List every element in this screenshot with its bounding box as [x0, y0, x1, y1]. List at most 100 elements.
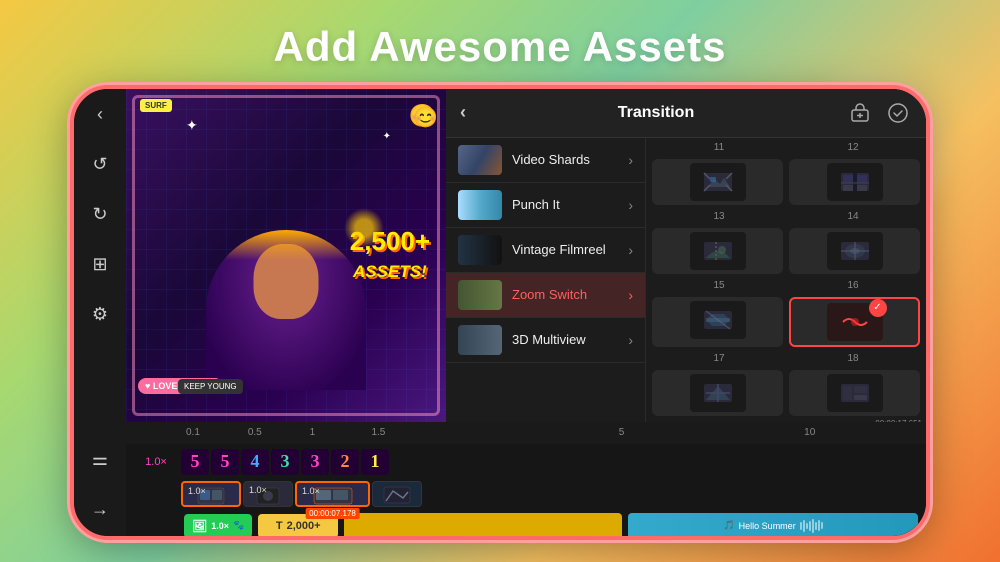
grid-item-17[interactable]: [652, 370, 783, 416]
export-icon[interactable]: →: [84, 494, 116, 526]
clip-2[interactable]: 1.0×: [243, 481, 293, 507]
yellow-clip[interactable]: [344, 513, 622, 539]
grid-item-16-preview: ✓: [827, 303, 883, 341]
timeline-tracks: 1.0× 5 5 4 3 3 2 1: [126, 444, 926, 540]
grid-item-18-preview: [827, 374, 883, 412]
ruler-mark-15: 1.5: [371, 427, 433, 438]
ruler-mark-1: 1: [310, 427, 372, 438]
undo-icon[interactable]: ↺: [84, 149, 116, 181]
vintage-filmreel-chevron: ›: [628, 242, 633, 258]
3d-multiview-thumb: [458, 325, 502, 355]
page-wrapper: Add Awesome Assets ‹ ↺ ↻ ⊞ ⚙ ⚌ →: [0, 0, 1000, 562]
grid-item-12-preview: [827, 163, 883, 201]
star-burst: [344, 208, 384, 248]
grid-item-16[interactable]: ✓: [789, 297, 920, 347]
panel-title: Transition: [476, 104, 836, 122]
store-button[interactable]: [846, 99, 874, 127]
zoom-switch-thumb: [458, 280, 502, 310]
emoji-sticker: 😊: [413, 105, 438, 130]
top-row: SURF 😊 ✦ ✦ 2,500+ ASSETS! ♥ LOVE MYSELF: [126, 89, 926, 422]
video-shards-label: Video Shards: [512, 152, 628, 167]
waveform: [800, 519, 823, 533]
transition-item-zoom-switch[interactable]: Zoom Switch ›: [446, 273, 645, 318]
grid-area: 11 12: [646, 138, 926, 422]
transition-grid: [646, 153, 926, 211]
grid-item-11-preview: [690, 163, 746, 201]
transition-item-vintage-filmreel[interactable]: Vintage Filmreel ›: [446, 228, 645, 273]
transition-list: Video Shards › Punch It ›: [446, 138, 646, 422]
punch-it-thumb: [458, 190, 502, 220]
confirm-button[interactable]: [884, 99, 912, 127]
settings-icon[interactable]: ⚙: [84, 299, 116, 331]
selected-check: ✓: [869, 299, 887, 317]
grid-item-15-preview: [690, 301, 746, 339]
redo-icon[interactable]: ↻: [84, 199, 116, 231]
transition-item-punch-it[interactable]: Punch It ›: [446, 183, 645, 228]
ruler-mark-5: 5: [619, 427, 681, 438]
grid-item-11[interactable]: [652, 159, 783, 205]
clip-1[interactable]: 1.0×: [181, 481, 241, 507]
num-5b: 5: [211, 449, 239, 475]
timeline-ruler: 0.1 0.5 1 1.5 5 10: [126, 422, 926, 444]
surf-sticker: SURF: [140, 99, 172, 112]
panel-header-icons: [846, 99, 912, 127]
clip-4[interactable]: [372, 481, 422, 507]
number-blocks-content: 5 5 4 3 3 2 1: [181, 448, 918, 476]
zoom-switch-chevron: ›: [628, 287, 633, 303]
punch-it-label: Punch It: [512, 197, 628, 212]
clip-3[interactable]: 1.0× 00:00:07.178: [295, 481, 370, 507]
grid-numbers-header: 11 12: [646, 138, 926, 153]
phone-frame: ‹ ↺ ↻ ⊞ ⚙ ⚌ →: [70, 85, 930, 540]
grid-item-15[interactable]: [652, 297, 783, 347]
panel-header: ‹ Transition: [446, 89, 926, 138]
grid-num-16: 16: [786, 280, 920, 291]
grid-num-13: 13: [652, 211, 786, 222]
keep-young-sticker: KEEP YOUNG: [178, 379, 243, 394]
video-clips-content: 1.0× 1.0×: [181, 480, 918, 508]
grid-item-13[interactable]: [652, 228, 783, 274]
num-3a: 3: [271, 449, 299, 475]
number-blocks-track: 1.0× 5 5 4 3 3 2 1: [134, 448, 918, 476]
grid-icon[interactable]: ⊞: [84, 249, 116, 281]
grid-num-17: 17: [652, 353, 786, 364]
video-shards-chevron: ›: [628, 152, 633, 168]
transition-grid-2: [646, 222, 926, 280]
vintage-filmreel-thumb: [458, 235, 502, 265]
grid-item-13-preview: [690, 232, 746, 270]
vintage-filmreel-label: Vintage Filmreel: [512, 242, 628, 257]
timestamp-badge: 00:00:07.178: [305, 508, 360, 519]
num-2: 2: [331, 449, 359, 475]
panel-back-button[interactable]: ‹: [460, 102, 466, 123]
grid-item-12[interactable]: [789, 159, 920, 205]
transition-grid-4: 00:00:17.651: [646, 364, 926, 422]
grid-num-18: 18: [786, 353, 920, 364]
timeline-area: 0.1 0.5 1 1.5 5 10 1.0×: [126, 422, 926, 540]
grid-item-18[interactable]: 00:00:17.651: [789, 370, 920, 416]
ruler-mark-10: 10: [804, 427, 866, 438]
grid-num-14: 14: [786, 211, 920, 222]
music-track[interactable]: 🎵 Hello Summer: [628, 513, 918, 539]
num-3b: 3: [301, 449, 329, 475]
num-5a: 5: [181, 449, 209, 475]
star-deco: ✦: [186, 117, 198, 134]
video-shards-thumb: [458, 145, 502, 175]
back-icon[interactable]: ‹: [84, 99, 116, 131]
right-panel: ‹ Transition: [446, 89, 926, 422]
grid-item-14-preview: [827, 232, 883, 270]
ruler-mark-01: 0.1: [186, 427, 248, 438]
sticker-tool[interactable]: 🖼 1.0× 🐾: [184, 514, 252, 538]
star2-deco: ✦: [383, 131, 391, 142]
punch-it-chevron: ›: [628, 197, 633, 213]
video-clips-track: 1.0× 1.0×: [134, 480, 918, 508]
3d-multiview-chevron: ›: [628, 332, 633, 348]
transition-item-video-shards[interactable]: Video Shards ›: [446, 138, 645, 183]
grid-num-12: 12: [786, 142, 920, 153]
grid-num-15: 15: [652, 280, 786, 291]
tools-track: 🖼 1.0× 🐾 T 2,000+ 🎵 Hello: [134, 512, 918, 540]
transition-item-3d-multiview[interactable]: 3D Multiview ›: [446, 318, 645, 363]
layers-icon[interactable]: ⚌: [84, 444, 116, 476]
grid-num-11: 11: [652, 142, 786, 153]
3d-multiview-label: 3D Multiview: [512, 332, 628, 347]
grid-item-14[interactable]: [789, 228, 920, 274]
panel-body: Video Shards › Punch It ›: [446, 138, 926, 422]
